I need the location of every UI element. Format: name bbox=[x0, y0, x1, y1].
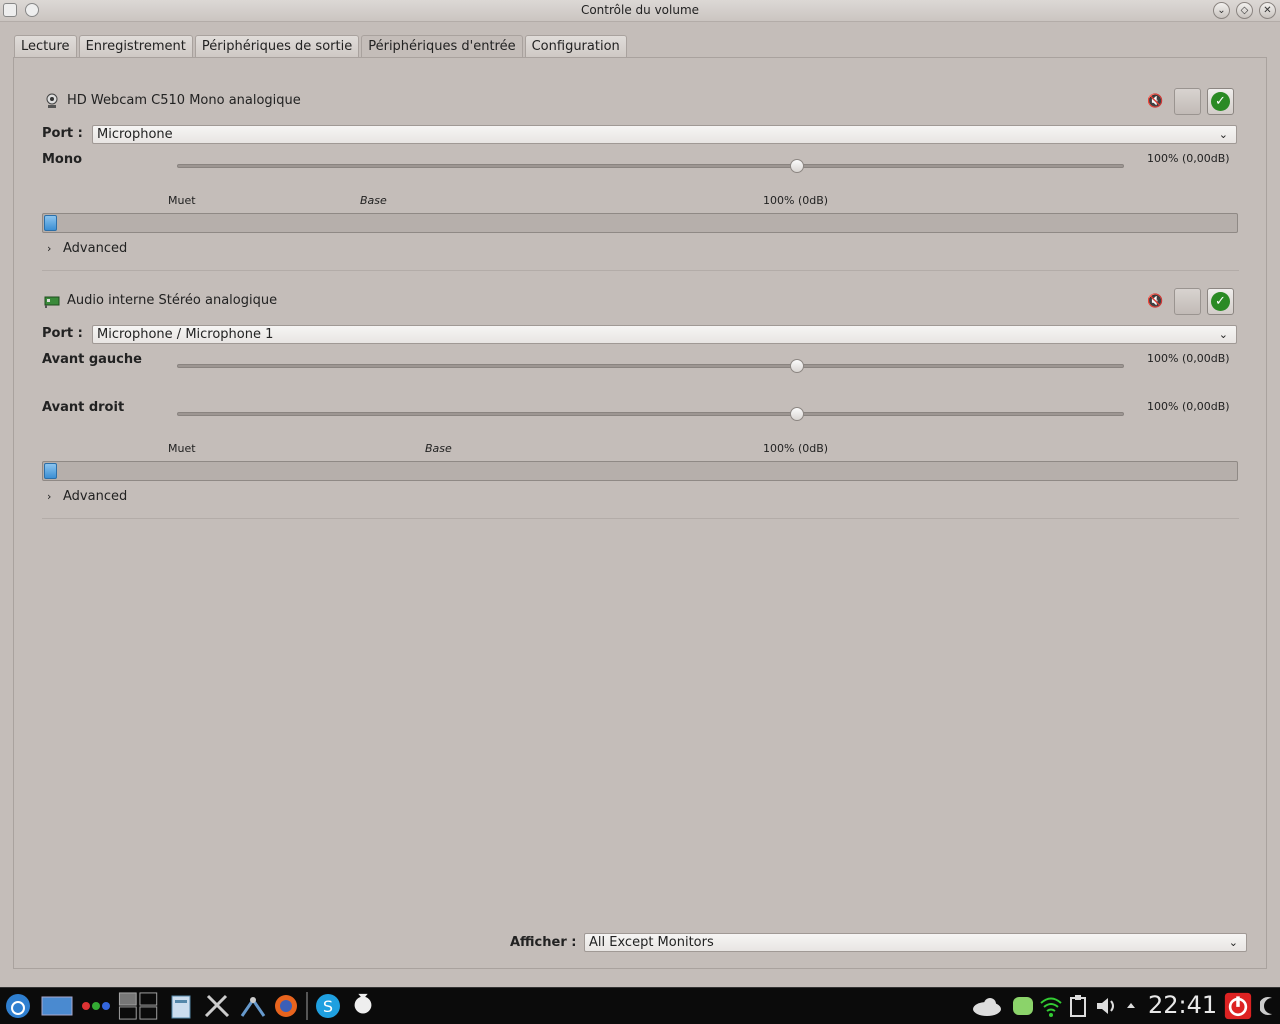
tab-panel: HD Webcam C510 Mono analogique 🔇 ✓ Port … bbox=[13, 57, 1267, 969]
tray-arrow-icon[interactable] bbox=[1124, 992, 1138, 1020]
channel-label: Avant gauche bbox=[42, 352, 142, 367]
channel-label: Avant droit bbox=[42, 400, 125, 415]
chevron-right-icon: › bbox=[47, 490, 52, 503]
device-name: Audio interne Stéréo analogique bbox=[67, 293, 278, 308]
check-icon: ✓ bbox=[1211, 92, 1230, 111]
desktop-icon[interactable] bbox=[40, 992, 74, 1020]
port-label: Port : bbox=[42, 326, 83, 341]
mark-base: Base bbox=[360, 194, 387, 207]
mark-full: 100% (0dB) bbox=[763, 194, 829, 207]
lock-channels-button[interactable] bbox=[1174, 288, 1201, 315]
dots-icon[interactable] bbox=[80, 992, 112, 1020]
level-meter-fill bbox=[44, 463, 57, 479]
title-bar: Contrôle du volume ⌄ ◇ ✕ bbox=[0, 0, 1280, 22]
sound-card-icon bbox=[44, 296, 60, 308]
level-meter bbox=[42, 213, 1238, 233]
volume-slider[interactable] bbox=[177, 412, 1124, 416]
wifi-icon[interactable] bbox=[1038, 992, 1064, 1020]
port-row: Port : Microphone / Microphone 1 ⌄ bbox=[42, 325, 1239, 345]
svg-text:S: S bbox=[323, 997, 333, 1016]
advanced-label: Advanced bbox=[63, 241, 128, 256]
tab-peripheriques-sortie[interactable]: Périphériques de sortie bbox=[194, 35, 360, 57]
lock-channels-button[interactable] bbox=[1174, 88, 1201, 115]
device-header: HD Webcam C510 Mono analogique 🔇 ✓ bbox=[42, 88, 1239, 115]
tools-icon[interactable] bbox=[202, 992, 232, 1020]
mute-toggle-icon[interactable]: 🔇 bbox=[1147, 294, 1165, 310]
level-meter bbox=[42, 461, 1238, 481]
network-tool-icon[interactable] bbox=[238, 992, 268, 1020]
maximize-button[interactable]: ◇ bbox=[1236, 2, 1253, 19]
tab-enregistrement[interactable]: Enregistrement bbox=[78, 35, 193, 57]
show-value: All Except Monitors bbox=[589, 935, 714, 950]
set-default-button[interactable]: ✓ bbox=[1207, 88, 1234, 115]
channel-value: 100% (0,00dB) bbox=[1147, 352, 1230, 365]
channel-value: 100% (0,00dB) bbox=[1147, 152, 1230, 165]
tab-configuration[interactable]: Configuration bbox=[524, 35, 627, 57]
tab-lecture[interactable]: Lecture bbox=[14, 35, 77, 57]
separator bbox=[42, 270, 1239, 271]
mark-mute: Muet bbox=[168, 442, 196, 455]
show-select[interactable]: All Except Monitors ⌄ bbox=[584, 933, 1247, 952]
power-icon[interactable] bbox=[1222, 992, 1254, 1020]
file-manager-icon[interactable] bbox=[168, 992, 194, 1020]
port-value: Microphone bbox=[97, 127, 173, 142]
taskbar-separator bbox=[306, 992, 308, 1020]
show-filter-row: Afficher : All Except Monitors ⌄ bbox=[510, 933, 1260, 953]
moon-icon[interactable] bbox=[1260, 992, 1278, 1020]
volume-slider[interactable] bbox=[177, 164, 1124, 168]
tab-bar: Lecture Enregistrement Périphériques de … bbox=[14, 35, 627, 58]
device-header: Audio interne Stéréo analogique 🔇 ✓ bbox=[42, 288, 1239, 315]
cloud-icon[interactable] bbox=[970, 992, 1004, 1020]
taskbar: S 22:41 bbox=[0, 987, 1280, 1024]
level-meter-fill bbox=[44, 215, 57, 231]
window-title: Contrôle du volume bbox=[580, 3, 700, 17]
port-label: Port : bbox=[42, 126, 83, 141]
mute-toggle-icon[interactable]: 🔇 bbox=[1147, 94, 1165, 110]
chat-icon[interactable] bbox=[1010, 992, 1036, 1020]
chevron-down-icon: ⌄ bbox=[1218, 128, 1228, 141]
port-row: Port : Microphone ⌄ bbox=[42, 125, 1239, 145]
close-button[interactable]: ✕ bbox=[1259, 2, 1276, 19]
device-internal-audio: Audio interne Stéréo analogique 🔇 ✓ Port… bbox=[42, 288, 1239, 520]
minimize-button[interactable]: ⌄ bbox=[1213, 2, 1230, 19]
volume-slider[interactable] bbox=[177, 364, 1124, 368]
chevron-down-icon: ⌄ bbox=[1228, 936, 1238, 949]
slider-knob[interactable] bbox=[790, 159, 805, 173]
webcam-icon bbox=[46, 93, 58, 108]
pager-icon[interactable] bbox=[116, 992, 162, 1020]
mark-mute: Muet bbox=[168, 194, 196, 207]
port-value: Microphone / Microphone 1 bbox=[97, 327, 274, 342]
show-label: Afficher : bbox=[510, 935, 577, 950]
port-select[interactable]: Microphone ⌄ bbox=[92, 125, 1237, 144]
firefox-icon[interactable] bbox=[272, 992, 300, 1020]
tab-peripheriques-entree[interactable]: Périphériques d'entrée bbox=[361, 35, 523, 58]
slider-knob[interactable] bbox=[790, 407, 805, 421]
advanced-label: Advanced bbox=[63, 489, 128, 504]
clock[interactable]: 22:41 bbox=[1148, 991, 1217, 1019]
port-select[interactable]: Microphone / Microphone 1 ⌄ bbox=[92, 325, 1237, 344]
separator bbox=[42, 518, 1239, 519]
advanced-expander[interactable]: › Advanced bbox=[47, 489, 127, 504]
check-icon: ✓ bbox=[1211, 292, 1230, 311]
skype-icon[interactable]: S bbox=[314, 992, 342, 1020]
chevron-down-icon: ⌄ bbox=[1218, 328, 1228, 341]
slider-knob[interactable] bbox=[790, 359, 805, 373]
device-webcam: HD Webcam C510 Mono analogique 🔇 ✓ Port … bbox=[42, 88, 1239, 270]
set-default-button[interactable]: ✓ bbox=[1207, 288, 1234, 315]
mascot-icon[interactable] bbox=[348, 992, 378, 1020]
chevron-right-icon: › bbox=[47, 242, 52, 255]
kde-menu-icon[interactable] bbox=[4, 992, 32, 1020]
volume-icon[interactable] bbox=[1094, 992, 1118, 1020]
channel-value: 100% (0,00dB) bbox=[1147, 400, 1230, 413]
mark-full: 100% (0dB) bbox=[763, 442, 829, 455]
advanced-expander[interactable]: › Advanced bbox=[47, 241, 127, 256]
device-name: HD Webcam C510 Mono analogique bbox=[67, 93, 301, 108]
mark-base: Base bbox=[425, 442, 452, 455]
clipboard-icon[interactable] bbox=[1066, 992, 1090, 1020]
channel-label: Mono bbox=[42, 152, 83, 167]
